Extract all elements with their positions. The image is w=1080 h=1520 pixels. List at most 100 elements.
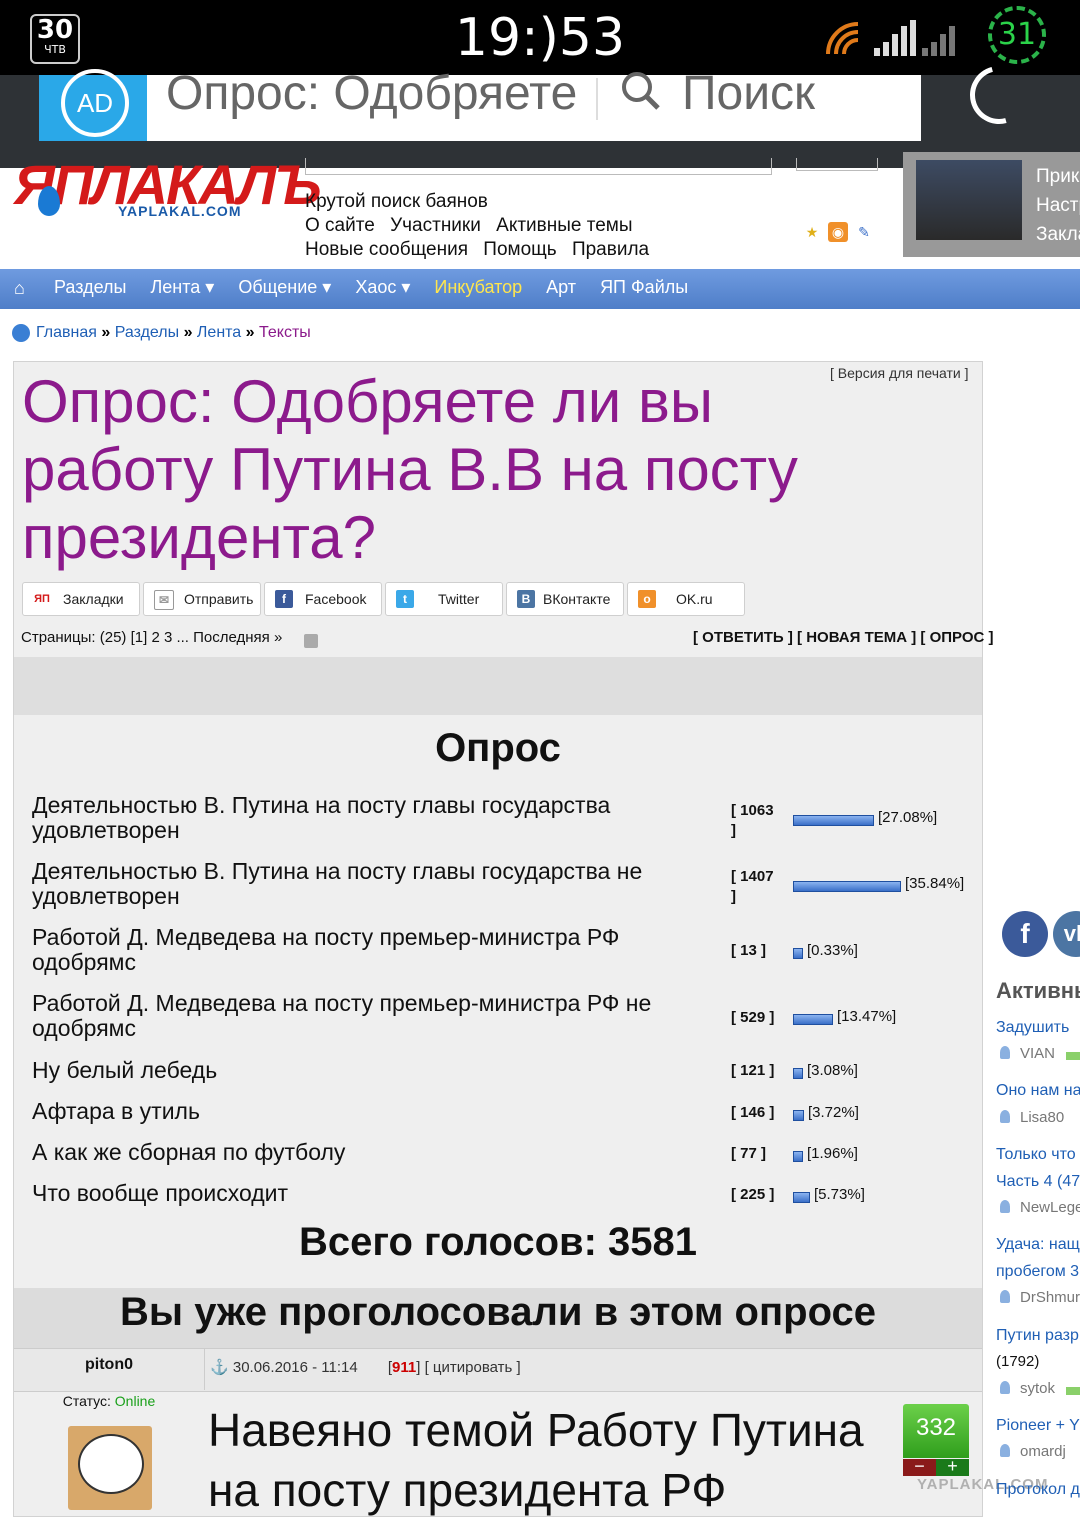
poll-option-votes: [ 225 ] [731, 1186, 775, 1203]
sidebar-topic[interactable]: Задушить [996, 1019, 1069, 1037]
banner-image[interactable] [916, 160, 1022, 240]
sidebar-topic-cont[interactable]: Часть 4 (47 [996, 1173, 1080, 1191]
pagination[interactable]: Страницы: (25) [1] 2 3 ... Последняя » [21, 629, 282, 646]
post-number[interactable]: 911 [392, 1359, 416, 1376]
post-meta: ⚓ 30.06.2016 - 11:14 [911] [ цитировать … [210, 1359, 521, 1376]
sidebar-topic[interactable]: Протокол д [996, 1481, 1080, 1499]
search-caption[interactable]: Крутой поиск баянов [305, 190, 659, 214]
post-date: 30.06.2016 - 11:14 [232, 1359, 358, 1376]
home-icon[interactable]: ⌂ [14, 279, 32, 297]
banner-text[interactable]: Прико Настр Закла [1036, 162, 1080, 249]
cell-signal-2-icon [922, 26, 955, 56]
poll-option-bar [793, 948, 803, 959]
nav-items: Разделы Лента ▾ Общение ▾ Хаос ▾ Инкубат… [54, 277, 707, 298]
poll-option-votes: [ 77 ] [731, 1145, 767, 1162]
poll-option-votes: [ 121 ] [731, 1062, 775, 1079]
crumb-texts[interactable]: Тексты [259, 324, 311, 341]
address-bar-text[interactable]: Опрос: Одобряете [166, 66, 577, 121]
avatar[interactable] [68, 1426, 152, 1510]
post-header-divider [204, 1348, 205, 1390]
link-rules[interactable]: Правила [572, 239, 649, 260]
poll-option-question: Афтара в утиль [32, 1098, 200, 1124]
sidebar-topic[interactable]: Pioneer + Y [996, 1417, 1080, 1435]
nav-sections[interactable]: Разделы [54, 277, 126, 297]
search-button-label[interactable]: Поиск [682, 66, 815, 121]
rss-icon[interactable]: ◉ [828, 222, 848, 242]
star-icon[interactable]: ★ [802, 222, 822, 242]
sidebar-topic-cont[interactable]: пробегом 3 [996, 1263, 1079, 1281]
sidebar-topic[interactable]: Оно нам на [996, 1082, 1080, 1100]
poll-option-votes: [ 13 ] [731, 942, 767, 959]
signal-icons [826, 20, 955, 56]
poll-voted-message: Вы уже проголосовали в этом опросе [120, 1290, 876, 1334]
battery-indicator: 31 [988, 6, 1046, 64]
share-send-button[interactable]: ✉ Отправить [143, 582, 261, 616]
poll-option-question: Работой Д. Медведева на посту премьер-ми… [32, 990, 652, 1041]
topic-actions[interactable]: [ ОТВЕТИТЬ ] [ НОВАЯ ТЕМА ] [ ОПРОС ] [693, 629, 993, 646]
link-new-messages[interactable]: Новые сообщения [305, 239, 468, 260]
link-active-topics[interactable]: Активные темы [496, 215, 632, 236]
poll-option-votes: [ 1407 ] [731, 868, 774, 905]
sidebar-user[interactable]: DrShmur [1000, 1289, 1080, 1306]
user-icon [1000, 1046, 1010, 1059]
sidebar-topic[interactable]: Только что [996, 1146, 1076, 1164]
quote-link[interactable]: [ цитировать ] [425, 1359, 521, 1376]
wifi-icon [826, 22, 859, 55]
link-help[interactable]: Помощь [483, 239, 556, 260]
adblock-icon[interactable]: AD [39, 69, 147, 141]
pencil-icon[interactable]: ✎ [854, 222, 874, 242]
sidebar-user[interactable]: NewLege [1000, 1199, 1080, 1216]
logo-drop-icon [38, 186, 60, 216]
anchor-icon[interactable]: ⚓ [210, 1359, 229, 1376]
share-facebook-button[interactable]: f Facebook [264, 582, 382, 616]
crumb-feed[interactable]: Лента [197, 324, 241, 341]
nav-art[interactable]: Арт [546, 277, 576, 297]
vk-icon: В [517, 590, 535, 608]
poll-option-percent: [3.08%] [807, 1062, 858, 1079]
arrow-icon [1066, 1052, 1080, 1060]
sidebar-user[interactable]: omardj [1000, 1443, 1066, 1460]
sidebar-user[interactable]: sytok [1000, 1380, 1055, 1397]
poll-option-percent: [0.33%] [807, 942, 858, 959]
poll-option-question: Ну белый лебедь [32, 1057, 218, 1083]
link-about[interactable]: О сайте [305, 215, 375, 236]
nav-chaos[interactable]: Хаос ▾ [355, 277, 410, 297]
rate-up-button[interactable]: + [936, 1457, 969, 1476]
share-vk-button[interactable]: В ВКонтакте [506, 582, 624, 616]
share-bookmarks-button[interactable]: ЯП Закладки [22, 582, 140, 616]
share-ok-button[interactable]: o OK.ru [627, 582, 745, 616]
nav-feed[interactable]: Лента ▾ [150, 277, 214, 297]
vk-icon[interactable]: vk [1053, 911, 1080, 957]
channel-number: 30 [36, 15, 74, 45]
rate-down-button[interactable]: − [903, 1457, 936, 1476]
facebook-icon[interactable]: f [1002, 911, 1048, 957]
poll-option-votes: [ 529 ] [731, 1009, 775, 1026]
link-members[interactable]: Участники [390, 215, 481, 236]
share-twitter-button[interactable]: t Twitter [385, 582, 503, 616]
user-icon [1000, 1200, 1010, 1213]
crumb-sections[interactable]: Разделы [115, 324, 179, 341]
sidebar-topic[interactable]: Путин разр [996, 1327, 1079, 1345]
post-author[interactable]: piton0 [14, 1356, 204, 1374]
arrow-icon [1066, 1387, 1080, 1395]
poll-option-percent: [5.73%] [814, 1186, 865, 1203]
nav-incubator[interactable]: Инкубатор [434, 277, 522, 297]
post-body: Навеяно темой Работу Путина на посту пре… [208, 1404, 864, 1516]
poll-option-percent: [35.84%] [905, 875, 965, 892]
poll-option-percent: [13.47%] [837, 1008, 897, 1025]
poll-total: Всего голосов: 3581 [298, 1220, 698, 1264]
crumb-home[interactable]: Главная [36, 324, 97, 341]
site-search-button[interactable] [796, 158, 878, 171]
sidebar-user[interactable]: VIAN [1000, 1045, 1055, 1062]
poll-option-question: Деятельностью В. Путина на посту главы г… [32, 792, 611, 843]
pagination-menu-icon[interactable] [304, 634, 318, 648]
twitter-icon: t [396, 590, 414, 608]
nav-files[interactable]: ЯП Файлы [600, 277, 688, 297]
nav-social[interactable]: Общение ▾ [238, 277, 331, 297]
search-icon[interactable] [620, 70, 660, 110]
sidebar-user[interactable]: Lisa80 [1000, 1109, 1064, 1126]
sidebar-topic[interactable]: Удача: нащ [996, 1236, 1080, 1254]
site-search-input[interactable] [305, 158, 772, 175]
print-version-link[interactable]: [ Версия для печати ] [830, 365, 968, 381]
poll-option-bar [793, 815, 874, 826]
